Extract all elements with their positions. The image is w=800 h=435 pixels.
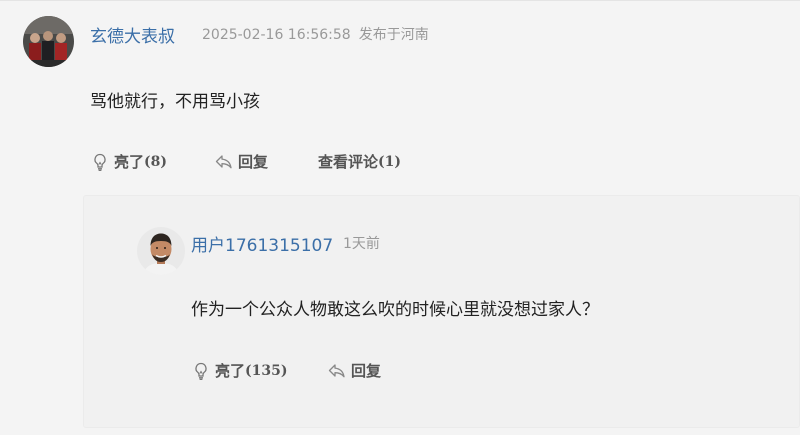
reply-avatar[interactable]: [137, 227, 185, 275]
view-replies-count: (1): [378, 153, 402, 170]
top-divider: [0, 0, 800, 1]
comment-location: 发布于河南: [358, 27, 429, 43]
view-replies-label: 查看评论: [318, 153, 379, 171]
reply-label: 回复: [238, 153, 269, 171]
reply-arrow-icon: [327, 361, 347, 381]
like-count: (8): [144, 153, 168, 170]
reply-thread: 用户1761315107 1天前 作为一个公众人物敢这么吹的时候心里就没想过家人…: [83, 195, 800, 428]
reply-like-count: (135): [245, 362, 288, 379]
reply-reply-label: 回复: [351, 362, 382, 380]
reply-username[interactable]: 用户1761315107: [191, 231, 333, 256]
comment-meta: 2025-02-16 16:56:58 发布于河南: [202, 24, 429, 44]
reply-button[interactable]: 回复: [214, 151, 268, 172]
lightbulb-icon: [191, 361, 211, 381]
view-replies-button[interactable]: 查看评论 (1): [318, 151, 401, 172]
reply-like-button[interactable]: 亮了 (135): [191, 360, 288, 381]
comment-timestamp: 2025-02-16 16:56:58: [202, 27, 351, 43]
like-label: 亮了: [114, 153, 145, 171]
comment-username[interactable]: 玄德大表叔: [90, 22, 175, 47]
comment-text: 骂他就行，不用骂小孩: [90, 92, 260, 112]
avatar[interactable]: [23, 16, 74, 67]
reply-time: 1天前: [343, 236, 380, 252]
reply-arrow-icon: [214, 152, 234, 172]
like-button[interactable]: 亮了 (8): [90, 151, 167, 172]
reply-reply-button[interactable]: 回复: [327, 360, 381, 381]
reply-like-label: 亮了: [215, 362, 246, 380]
reply-text: 作为一个公众人物敢这么吹的时候心里就没想过家人？: [191, 300, 599, 320]
lightbulb-icon: [90, 152, 110, 172]
